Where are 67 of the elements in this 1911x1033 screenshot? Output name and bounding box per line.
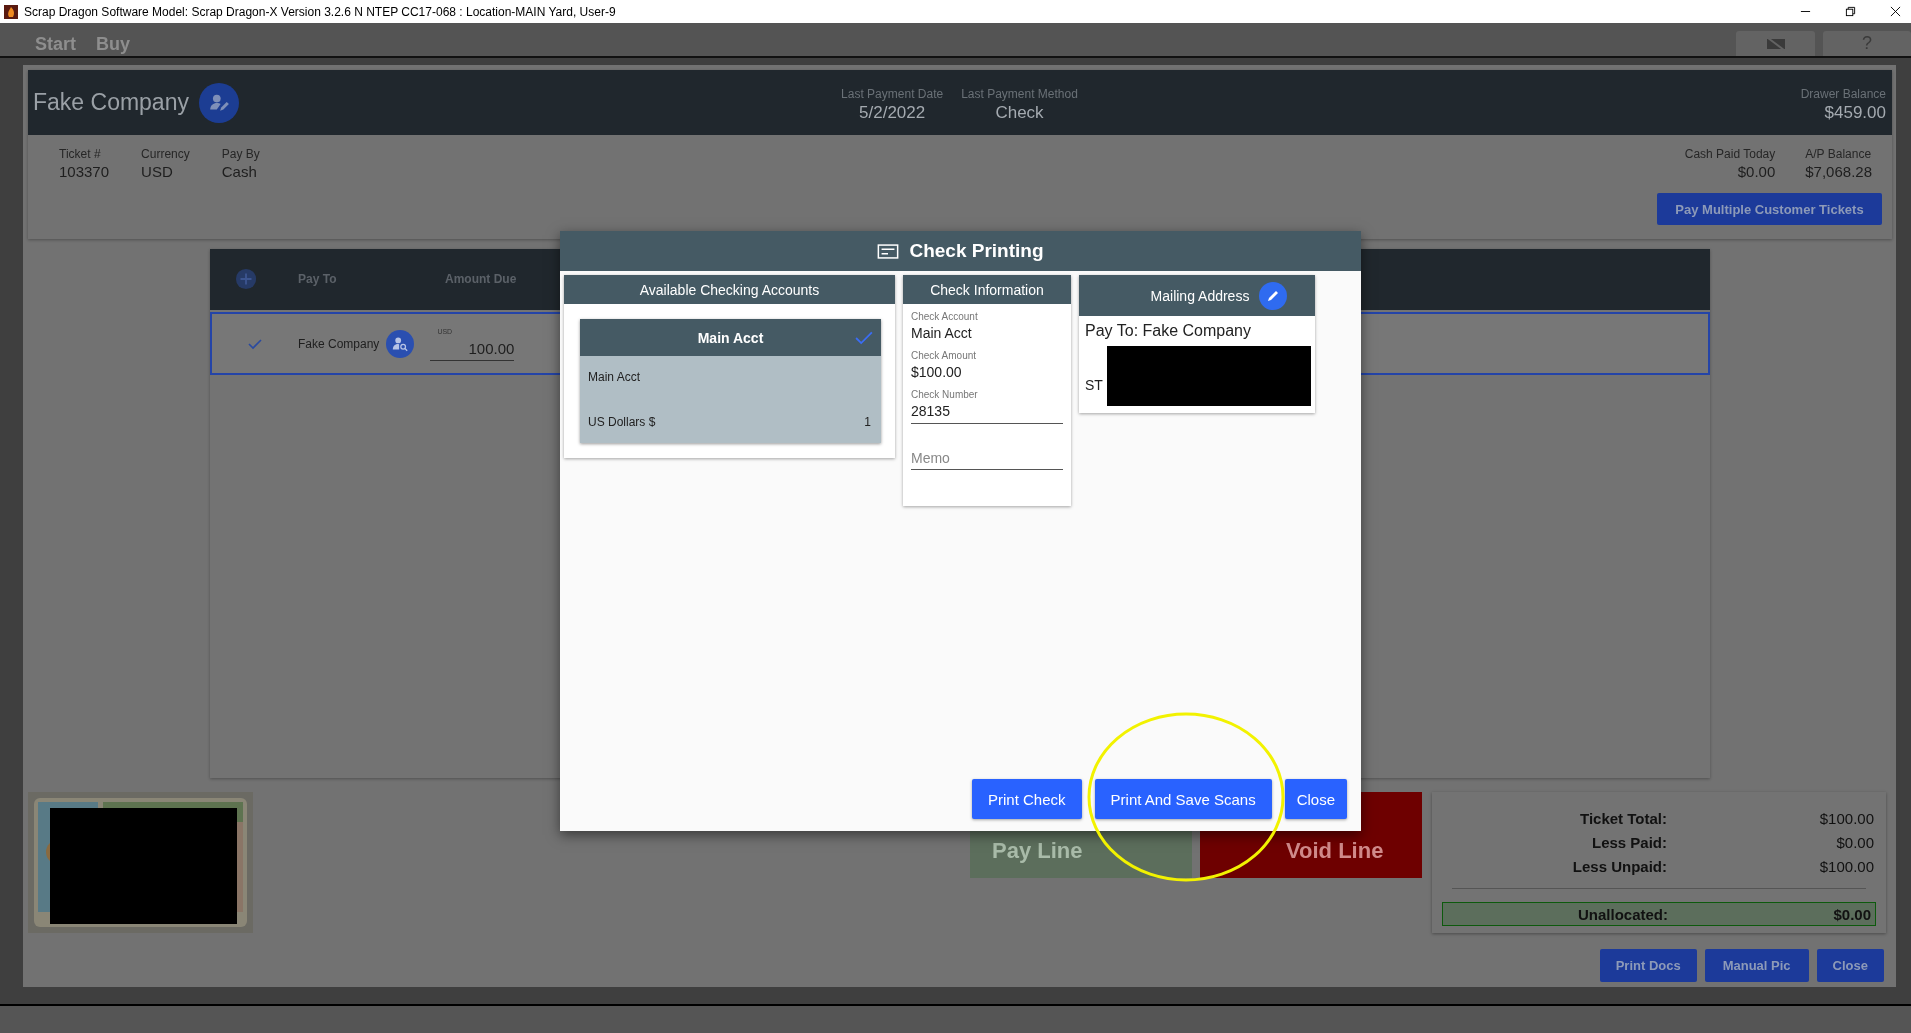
pay-multiple-button[interactable]: Pay Multiple Customer Tickets: [1657, 193, 1882, 225]
account-card[interactable]: Main Acct Main Acct US Dollars $ 1: [580, 319, 881, 443]
customer-name: Fake Company: [33, 89, 189, 116]
account-name: Main Acct: [697, 329, 764, 346]
field-label: Check Account: [911, 311, 979, 322]
memo-field[interactable]: Memo: [911, 438, 1063, 470]
pay-to-text: Pay To: Fake Company: [1085, 322, 1251, 339]
menu-item[interactable]: Buy: [96, 34, 131, 56]
field-label: Currency: [141, 147, 190, 161]
dialog-title: Check Printing: [909, 240, 1044, 262]
window-title: Scrap Dragon Software Model: Scrap Dragon-X Version 3.2.6 N NTEP CC17-068 : Location-MAIN Yard, User-9: [24, 4, 616, 19]
field-value: USD: [141, 163, 174, 180]
column-header: Amount Due: [445, 272, 517, 286]
field-label: Last Payment Method: [961, 86, 1078, 101]
close-icon[interactable]: [1890, 6, 1901, 17]
panel-heading: Check Information: [903, 275, 1071, 304]
dialog-button[interactable]: Print Check: [972, 779, 1082, 819]
field-value: $7,068.28: [1805, 163, 1872, 180]
search-customer-button[interactable]: [386, 329, 415, 358]
footer-button[interactable]: Print Docs: [1599, 949, 1697, 982]
field-value: 103370: [59, 163, 110, 180]
total-value: $0.00: [1833, 905, 1872, 923]
field-value: Cash: [221, 163, 258, 180]
field-value: Main Acct: [911, 325, 973, 341]
field-label: Drawer Balance: [1800, 86, 1886, 101]
total-label: Ticket Total:: [1579, 809, 1667, 827]
panel-heading: Available Checking Accounts: [564, 275, 895, 304]
footer-button[interactable]: Close: [1816, 949, 1884, 982]
total-value: $100.00: [1819, 857, 1875, 875]
app-icon: [4, 4, 18, 19]
keyboard-off-icon: [1765, 36, 1786, 51]
card-icon: [877, 243, 900, 259]
address-text: ST: [1085, 377, 1103, 393]
footer-button[interactable]: Manual Pic: [1704, 949, 1809, 982]
total-label: Less Paid:: [1590, 833, 1667, 851]
account-description: Main Acct: [587, 369, 642, 384]
field-label: Cash Paid Today: [1684, 147, 1776, 161]
field-value: $459.00: [1824, 102, 1886, 123]
check-number-field[interactable]: 28135: [911, 403, 1063, 424]
keyboard-toggle-button[interactable]: [1736, 31, 1815, 56]
edit-address-button[interactable]: [1259, 281, 1288, 310]
check-icon: [855, 329, 873, 347]
total-label: Unallocated:: [1577, 905, 1668, 923]
menu-item[interactable]: Start: [35, 34, 76, 56]
restore-icon[interactable]: [1845, 6, 1856, 17]
field-value: 5/2/2022: [859, 102, 926, 123]
field-label: Ticket #: [59, 147, 102, 161]
field-label: Last Payment Date: [841, 86, 944, 101]
panel-heading: Mailing Address: [1150, 287, 1250, 304]
field-value: Check: [995, 102, 1044, 123]
dialog-button[interactable]: Print And Save Scans: [1094, 779, 1272, 819]
help-button[interactable]: ?: [1823, 31, 1911, 56]
field-value: $100.00: [911, 364, 963, 380]
total-value: $100.00: [1819, 809, 1875, 827]
field-label: Check Number: [911, 389, 979, 400]
field-label: A/P Balance: [1805, 147, 1872, 161]
dialog-button[interactable]: Close: [1284, 779, 1347, 819]
account-currency: US Dollars $: [588, 415, 656, 429]
field-label: Check Amount: [911, 350, 978, 361]
total-label: Less Unpaid:: [1571, 857, 1667, 875]
field-label: Pay By: [221, 147, 260, 161]
account-count: 1: [864, 415, 871, 429]
column-header: Pay To: [298, 272, 337, 286]
total-value: $0.00: [1836, 833, 1875, 851]
field-value: $0.00: [1737, 163, 1776, 180]
edit-customer-button[interactable]: [198, 82, 239, 123]
table-cell: Fake Company: [298, 336, 380, 351]
